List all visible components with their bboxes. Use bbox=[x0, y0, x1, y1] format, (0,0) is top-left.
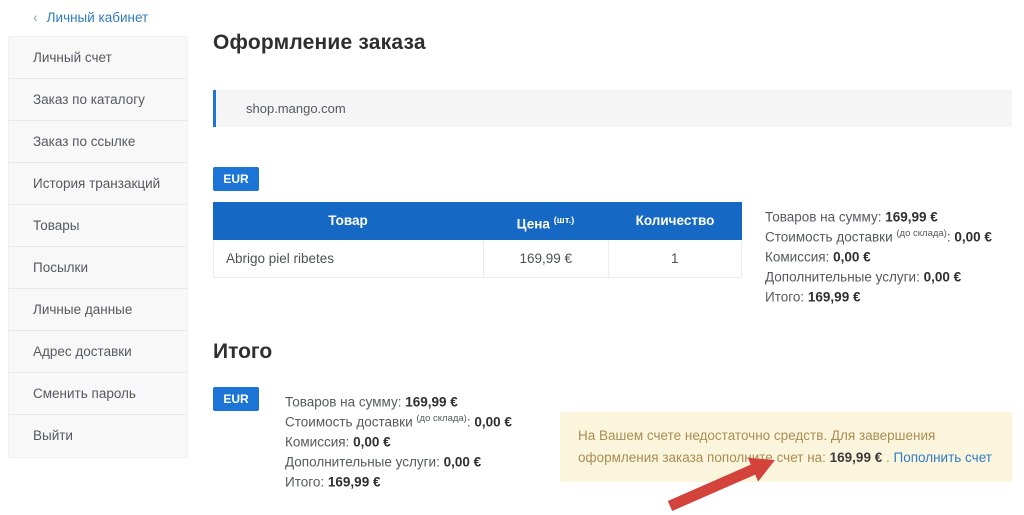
summary-line-grand-total: Итого: 169,99 € bbox=[765, 289, 861, 305]
order-table-header: Товар Цена (шт.) Количество bbox=[213, 202, 742, 240]
main-content: Оформление заказа shop.mango.com EUR Тов… bbox=[213, 0, 1024, 511]
warning-separator: . bbox=[882, 449, 894, 465]
top-up-account-link[interactable]: Пополнить счет bbox=[893, 450, 991, 465]
total-section-title: Итого bbox=[213, 340, 273, 363]
sidebar-item-personal-data[interactable]: Личные данные bbox=[9, 289, 187, 331]
sidebar-item-transaction-history[interactable]: История транзакций bbox=[9, 163, 187, 205]
insufficient-funds-warning: На Вашем счете недостаточно средств. Для… bbox=[560, 412, 1012, 482]
sidebar-item-products[interactable]: Товары bbox=[9, 205, 187, 247]
back-link[interactable]: ‹ Личный кабинет bbox=[33, 9, 148, 25]
summary-line-shipping: Стоимость доставки (до склада): 0,00 € bbox=[285, 413, 512, 430]
shop-name: shop.mango.com bbox=[246, 101, 346, 116]
sidebar-item-logout[interactable]: Выйти bbox=[9, 415, 187, 457]
sidebar-item-personal-account[interactable]: Личный счет bbox=[9, 37, 187, 79]
sidebar-item-delivery-address[interactable]: Адрес доставки bbox=[9, 331, 187, 373]
chevron-left-icon: ‹ bbox=[33, 9, 38, 25]
total-summary: Товаров на сумму: 169,99 € Стоимость дос… bbox=[285, 389, 512, 490]
sidebar: Личный счет Заказ по каталогу Заказ по с… bbox=[8, 36, 188, 458]
summary-line-commission: Комиссия: 0,00 € bbox=[765, 249, 871, 265]
price-header-unit: (шт.) bbox=[553, 215, 575, 226]
column-header-quantity: Количество bbox=[635, 213, 715, 228]
column-header-price: Цена (шт.) bbox=[483, 202, 608, 240]
checkout-page: ‹ Личный кабинет Личный счет Заказ по кат… bbox=[0, 0, 1024, 511]
shop-bar: shop.mango.com bbox=[213, 90, 1012, 127]
currency-button-eur-total[interactable]: EUR bbox=[213, 387, 259, 411]
sidebar-item-catalog-order[interactable]: Заказ по каталогу bbox=[9, 79, 187, 121]
price-cell: 169,99 € bbox=[483, 240, 608, 277]
currency-button-eur[interactable]: EUR bbox=[213, 167, 259, 191]
summary-line-commission: Комиссия: 0,00 € bbox=[285, 434, 391, 450]
price-header-label: Цена bbox=[516, 216, 554, 232]
summary-line-extra-services: Дополнительные услуги: 0,00 € bbox=[765, 269, 962, 285]
summary-line-grand-total: Итого: 169,99 € bbox=[285, 474, 381, 490]
summary-line-total-items: Товаров на сумму: 169,99 € bbox=[765, 209, 938, 225]
table-row: Abrigo piel ribetes 169,99 € 1 bbox=[213, 240, 742, 278]
page-title: Оформление заказа bbox=[213, 31, 426, 54]
back-link-label: Личный кабинет bbox=[46, 10, 149, 25]
product-name-cell: Abrigo piel ribetes bbox=[226, 251, 335, 266]
sidebar-item-change-password[interactable]: Сменить пароль bbox=[9, 373, 187, 415]
summary-line-extra-services: Дополнительные услуги: 0,00 € bbox=[285, 454, 482, 470]
column-header-product: Товар bbox=[328, 213, 368, 228]
summary-line-shipping: Стоимость доставки (до склада): 0,00 € bbox=[765, 228, 992, 245]
sidebar-item-parcels[interactable]: Посылки bbox=[9, 247, 187, 289]
order-table: Товар Цена (шт.) Количество Abrigo piel … bbox=[213, 202, 742, 278]
quantity-cell: 1 bbox=[607, 240, 741, 277]
summary-line-total-items: Товаров на сумму: 169,99 € bbox=[285, 394, 458, 410]
order-summary: Товаров на сумму: 169,99 € Стоимость дос… bbox=[765, 204, 992, 305]
sidebar-item-link-order[interactable]: Заказ по ссылке bbox=[9, 121, 187, 163]
warning-amount: 169,99 € bbox=[829, 449, 883, 465]
